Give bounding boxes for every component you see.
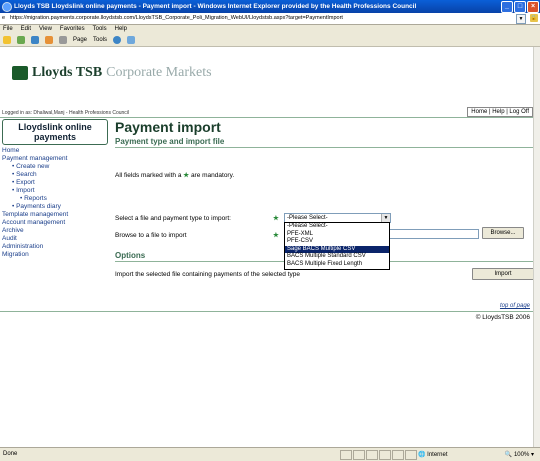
payment-type-select-value: -Please Select- (287, 215, 328, 221)
brand-name: Lloyds TSB (32, 65, 103, 80)
logged-in-text: Logged in as: Dhaliwal,Manj - Health Pro… (2, 110, 130, 116)
import-description: Import the selected file containing paym… (115, 271, 300, 278)
print-icon[interactable] (59, 36, 67, 44)
sidebar-item-account-management[interactable]: Account management (2, 219, 108, 227)
chevron-down-icon[interactable]: ▼ (381, 214, 390, 222)
dropdown-option[interactable]: PFE-XML (285, 231, 389, 239)
top-of-page-link[interactable]: top of page (500, 303, 530, 309)
internet-explorer-icon (2, 2, 12, 12)
command-toolbar: Page Tools (0, 34, 540, 47)
zone-label: Internet (427, 452, 448, 458)
tools-menu[interactable]: Tools (93, 37, 107, 43)
footer-divider (0, 311, 534, 312)
window-title-bar: Lloyds TSB Lloydslink online payments - … (0, 0, 540, 13)
sidebar-item-create-new[interactable]: • Create new (2, 163, 108, 171)
page-content: Lloyds TSB Corporate Markets Logged in a… (0, 47, 534, 447)
dropdown-option[interactable]: PFE-CSV (285, 238, 389, 246)
main-panel: Payment import Payment type and import f… (115, 119, 534, 280)
sidebar-item-payment-management[interactable]: Payment management (2, 155, 108, 163)
sidebar-item-audit[interactable]: Audit (2, 235, 108, 243)
mandatory-note-pre: All fields marked with a (115, 172, 182, 179)
maximize-button[interactable]: □ (514, 1, 526, 13)
payment-type-dropdown: -Please Select- PFE-XML PFE-CSV Sage BAC… (284, 222, 390, 270)
minimize-button[interactable]: _ (501, 1, 513, 13)
dropdown-option[interactable]: BACS Multiple Fixed Length (285, 261, 389, 269)
lloyds-logo: Lloyds TSB Corporate Markets (12, 65, 212, 81)
menu-help[interactable]: Help (115, 24, 127, 34)
page-menu[interactable]: Page (73, 37, 87, 43)
sidebar-item-template-management[interactable]: Template management (2, 211, 108, 219)
section-title-import: Payment type and import file (115, 137, 533, 148)
home-icon[interactable] (31, 36, 39, 44)
sidebar: Lloydslink online payments Home Payment … (2, 119, 108, 259)
horse-logo-icon (12, 66, 28, 80)
mandatory-note: All fields marked with a ★ are mandatory… (115, 171, 234, 179)
sidebar-item-payments-diary[interactable]: • Payments diary (2, 203, 108, 211)
mandatory-note-post: are mandatory. (190, 172, 235, 179)
address-url[interactable]: https://migration.payments.corporate.llo… (10, 13, 510, 24)
mandatory-star-icon: ★ (183, 172, 190, 179)
globe-icon: 🌐 (418, 452, 426, 458)
zoom-level[interactable]: 🔍 100% ▾ (505, 449, 534, 461)
sidebar-item-migration[interactable]: Migration (2, 251, 108, 259)
help-icon[interactable] (113, 36, 122, 44)
top-links[interactable]: Home | Help | Log Off (467, 107, 533, 117)
dropdown-option[interactable]: -Please Select- (285, 223, 389, 231)
header-divider (0, 117, 534, 118)
sidebar-nav: Home Payment management • Create new • S… (2, 147, 108, 259)
zoom-value: 100% (513, 452, 530, 458)
menu-favorites[interactable]: Favorites (60, 24, 85, 34)
page-icon: e (2, 15, 6, 21)
sidebar-item-import[interactable]: • Import (2, 187, 108, 195)
status-bar: Done 🌐 Internet 🔍 100% ▾ (0, 447, 540, 460)
dropdown-option-selected[interactable]: Sage BACS Multiple CSV (285, 245, 389, 254)
sidebar-item-export[interactable]: • Export (2, 179, 108, 187)
import-button[interactable]: Import (472, 268, 534, 280)
select-label: Select a file and payment type to import… (115, 215, 231, 222)
menu-edit[interactable]: Edit (21, 24, 31, 34)
menu-view[interactable]: View (39, 24, 52, 34)
file-path-input[interactable] (387, 229, 479, 239)
sidebar-item-search[interactable]: • Search (2, 171, 108, 179)
favorites-star-icon[interactable] (3, 36, 11, 44)
sidebar-title: Lloydslink online payments (2, 119, 108, 145)
page-title: Payment import (115, 119, 221, 135)
window-title: Lloyds TSB Lloydslink online payments - … (14, 3, 417, 10)
browse-button[interactable]: Browse... (482, 227, 524, 239)
sidebar-item-reports[interactable]: • Reports (2, 195, 108, 203)
feeds-icon[interactable] (45, 36, 53, 44)
copyright-text: © LloydsTSB 2006 (475, 314, 530, 321)
research-icon[interactable] (127, 36, 136, 44)
menu-bar: File Edit View Favorites Tools Help (0, 24, 540, 34)
brand-subtitle: Corporate Markets (106, 65, 212, 80)
security-zone: 🌐 Internet (418, 449, 448, 461)
menu-tools[interactable]: Tools (93, 24, 107, 34)
dropdown-option[interactable]: BACS Multiple Standard CSV (285, 253, 389, 261)
address-dropdown-icon[interactable]: ▼ (516, 14, 526, 24)
vertical-scrollbar[interactable] (533, 47, 540, 447)
sidebar-item-archive[interactable]: Archive (2, 227, 108, 235)
close-button[interactable]: × (527, 1, 539, 13)
sidebar-item-home[interactable]: Home (2, 147, 108, 155)
mandatory-star-icon: ★ (273, 215, 279, 222)
mandatory-star-icon: ★ (273, 232, 279, 239)
menu-file[interactable]: File (3, 24, 13, 34)
lock-icon[interactable]: 🔒 (530, 14, 538, 22)
sidebar-item-administration[interactable]: Administration (2, 243, 108, 251)
status-text: Done (3, 451, 18, 457)
browse-label: Browse to a file to import (115, 232, 187, 239)
add-favorites-icon[interactable] (17, 36, 25, 44)
